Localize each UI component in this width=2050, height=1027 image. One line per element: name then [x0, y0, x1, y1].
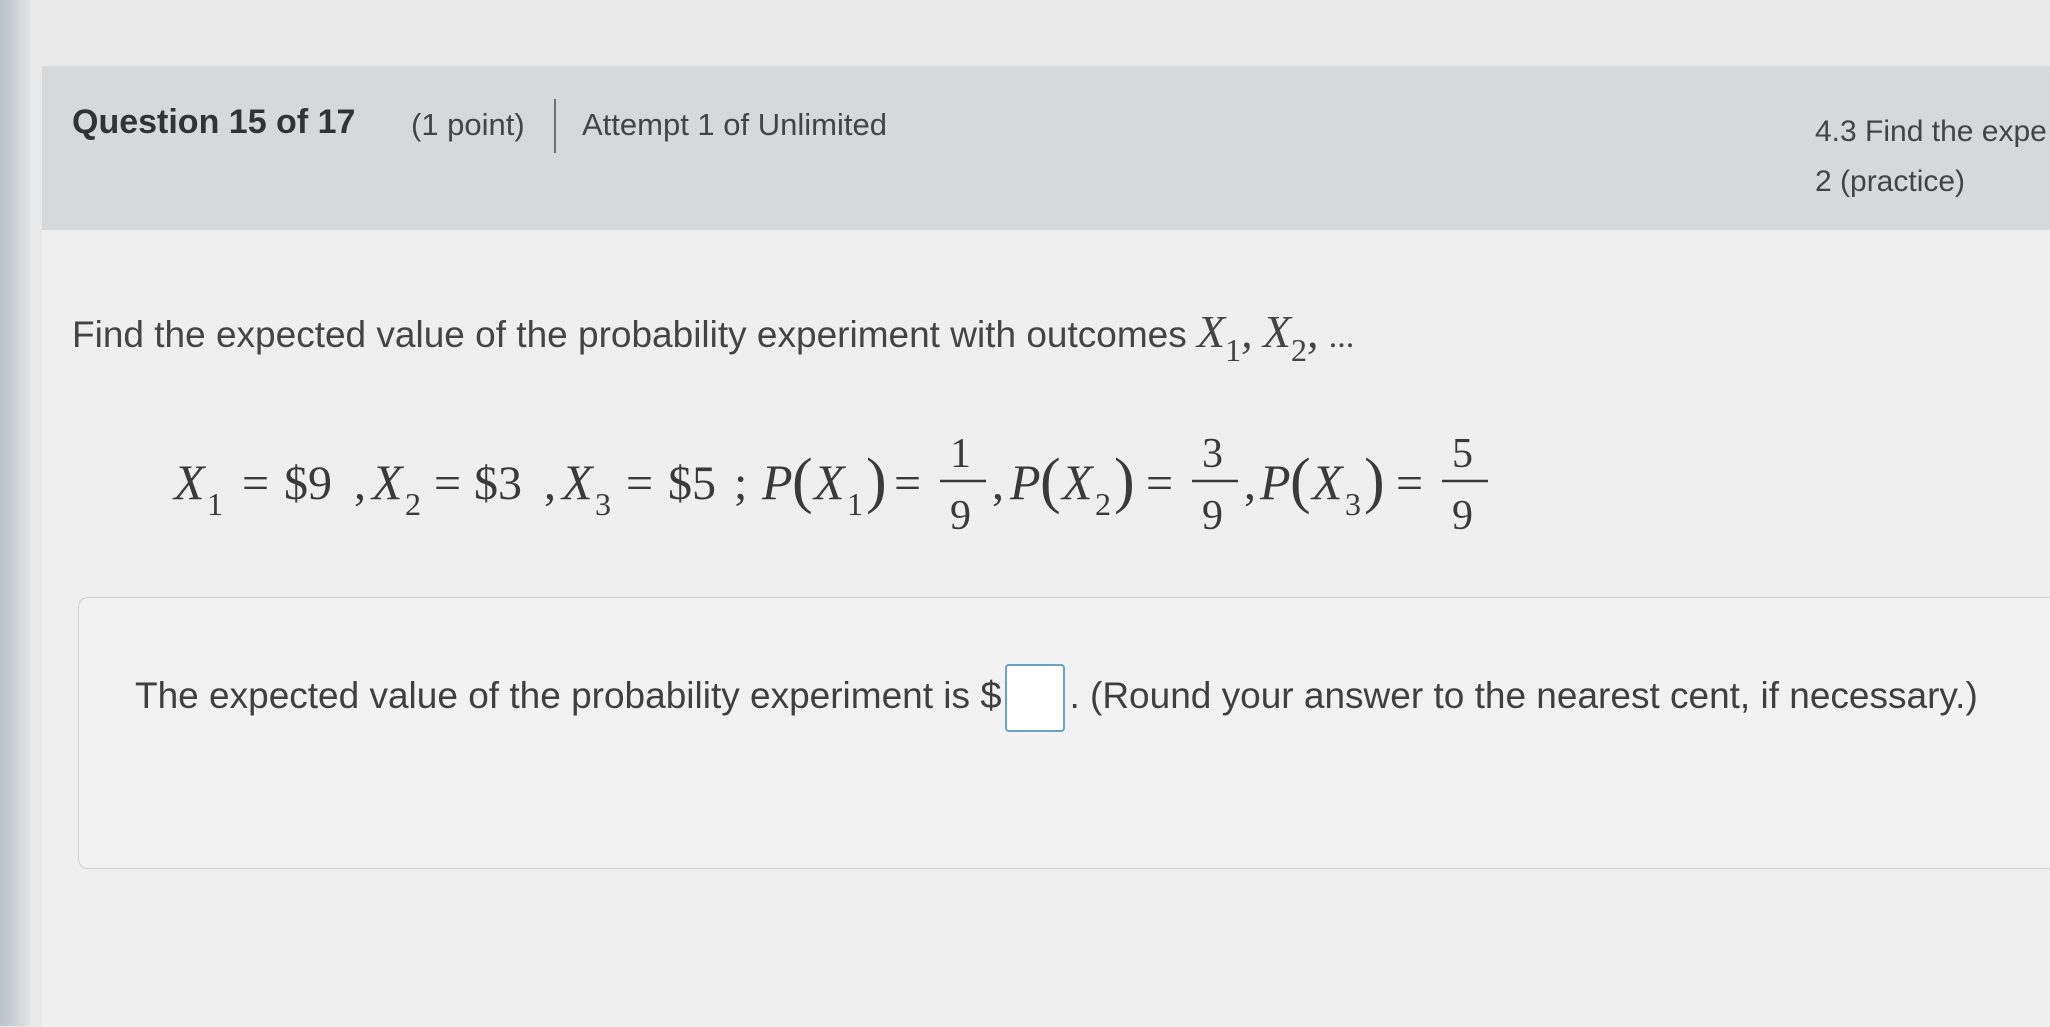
x3-sub: 3: [595, 486, 611, 522]
p2-den: 9: [1202, 493, 1223, 539]
expected-value-input[interactable]: [1005, 664, 1066, 732]
p3-sub: 3: [1345, 486, 1361, 522]
p3-den: 9: [1452, 493, 1473, 539]
x2-sub: 2: [405, 486, 421, 522]
x1-value: $9: [284, 457, 332, 510]
svg-text:;: ;: [734, 457, 747, 510]
p1-sub: 1: [847, 486, 863, 522]
svg-text:=: =: [626, 457, 653, 510]
x1-var: X: [172, 454, 207, 510]
svg-text:(: (: [1040, 447, 1061, 515]
x3-value: $5: [668, 457, 716, 510]
answer-panel: The expected value of the probability ex…: [78, 597, 2050, 869]
svg-text:X: X: [812, 454, 847, 510]
svg-text:P: P: [761, 454, 793, 510]
answer-prefix: The expected value of the probability ex…: [135, 674, 971, 716]
x1-sub: 1: [207, 486, 223, 522]
svg-text:=: =: [434, 457, 461, 510]
svg-text:): ): [1114, 447, 1135, 515]
left-edge-shadow: [0, 0, 30, 1026]
svg-text:,: ,: [544, 457, 556, 510]
answer-sentence: The expected value of the probability ex…: [135, 664, 2015, 732]
svg-text:=: =: [894, 457, 921, 510]
svg-text:): ): [1364, 447, 1385, 515]
x3-var: X: [560, 454, 595, 510]
x2-value: $3: [474, 457, 522, 510]
p2-num: 3: [1202, 431, 1223, 477]
p1-den: 9: [950, 493, 971, 539]
svg-text:,: ,: [1244, 457, 1256, 510]
svg-text:P: P: [1259, 454, 1291, 510]
p2-sub: 2: [1095, 486, 1111, 522]
svg-text:(: (: [792, 447, 813, 515]
p3-num: 5: [1452, 431, 1473, 477]
svg-text:=: =: [242, 457, 269, 510]
svg-text:(: (: [1290, 447, 1311, 515]
p1-num: 1: [950, 431, 971, 477]
svg-text:,: ,: [992, 457, 1004, 510]
svg-text:=: =: [1146, 457, 1173, 510]
currency-symbol: $: [980, 674, 1002, 717]
svg-text:,: ,: [354, 457, 366, 510]
svg-text:=: =: [1396, 457, 1423, 510]
equation: X 1 = $9 , X 2 = $3 , X 3 = $5 ; P ( X 1…: [172, 431, 1488, 539]
svg-text:P: P: [1009, 454, 1041, 510]
answer-suffix: . (Round your answer to the nearest cent…: [1069, 674, 1978, 716]
svg-text:X: X: [1310, 454, 1345, 510]
x2-var: X: [370, 454, 405, 510]
svg-text:): ): [866, 447, 887, 515]
svg-text:X: X: [1060, 454, 1095, 510]
question-card: Question 15 of 17 (1 point) Attempt 1 of…: [42, 66, 2050, 1027]
